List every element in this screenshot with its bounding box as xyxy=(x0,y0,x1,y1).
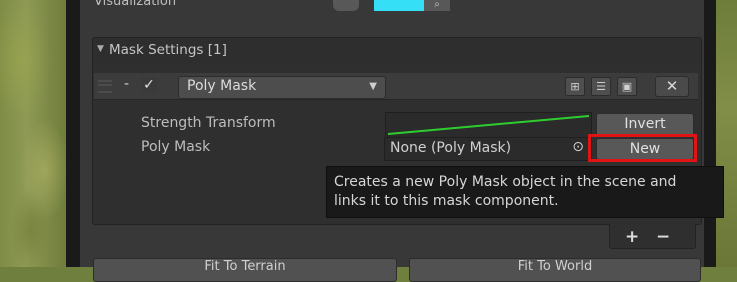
strength-transform-label: Strength Transform xyxy=(141,115,276,131)
scene-terrain-left xyxy=(0,0,66,267)
invert-button[interactable]: Invert xyxy=(596,113,694,136)
chevron-down-icon: ▼ xyxy=(369,81,377,92)
new-button-highlight xyxy=(588,134,697,162)
visualization-label: Visualization xyxy=(94,0,177,9)
visualization-color-swatch[interactable] xyxy=(374,0,424,11)
remove-mask-button[interactable]: - xyxy=(124,76,129,92)
tooltip-line-1: Creates a new Poly Mask object in the sc… xyxy=(334,174,677,190)
remove-selected-mask-button[interactable]: − xyxy=(656,227,670,247)
poly-mask-object-field[interactable]: None (Poly Mask) ⊙ xyxy=(384,137,592,161)
mask-settings-title[interactable]: Mask Settings [1] xyxy=(109,42,227,58)
mask-list-footer xyxy=(609,224,696,249)
tooltip-line-2: links it to this mask component. xyxy=(334,193,559,209)
mask-enabled-checkbox[interactable]: ✓ xyxy=(141,77,157,93)
preview-icon-button[interactable]: ▣ xyxy=(617,77,637,96)
mask-type-dropdown[interactable]: Poly Mask ▼ xyxy=(178,76,386,99)
visualization-toggle[interactable] xyxy=(333,0,359,11)
fit-to-world-button[interactable]: Fit To World xyxy=(409,258,701,282)
close-mask-button[interactable]: ✕ xyxy=(655,76,689,97)
poly-mask-label: Poly Mask xyxy=(141,139,211,155)
tooltip: Creates a new Poly Mask object in the sc… xyxy=(326,166,724,218)
foldout-arrow-icon[interactable]: ▼ xyxy=(97,44,104,54)
strength-curve-graph xyxy=(387,115,590,135)
color-picker-icon[interactable]: ⌕ xyxy=(424,0,450,11)
add-mask-button[interactable]: + xyxy=(625,227,639,247)
object-picker-icon[interactable]: ⊙ xyxy=(572,139,584,155)
strength-curve-field[interactable] xyxy=(385,112,592,138)
drag-handle-icon[interactable] xyxy=(98,80,112,93)
list-icon-button[interactable]: ☰ xyxy=(591,77,611,96)
scene-terrain-right xyxy=(716,0,737,267)
mask-type-value: Poly Mask xyxy=(187,78,257,94)
expand-icon-button[interactable]: ⊞ xyxy=(565,77,585,96)
poly-mask-value: None (Poly Mask) xyxy=(390,140,512,156)
fit-to-terrain-button[interactable]: Fit To Terrain xyxy=(93,258,397,282)
